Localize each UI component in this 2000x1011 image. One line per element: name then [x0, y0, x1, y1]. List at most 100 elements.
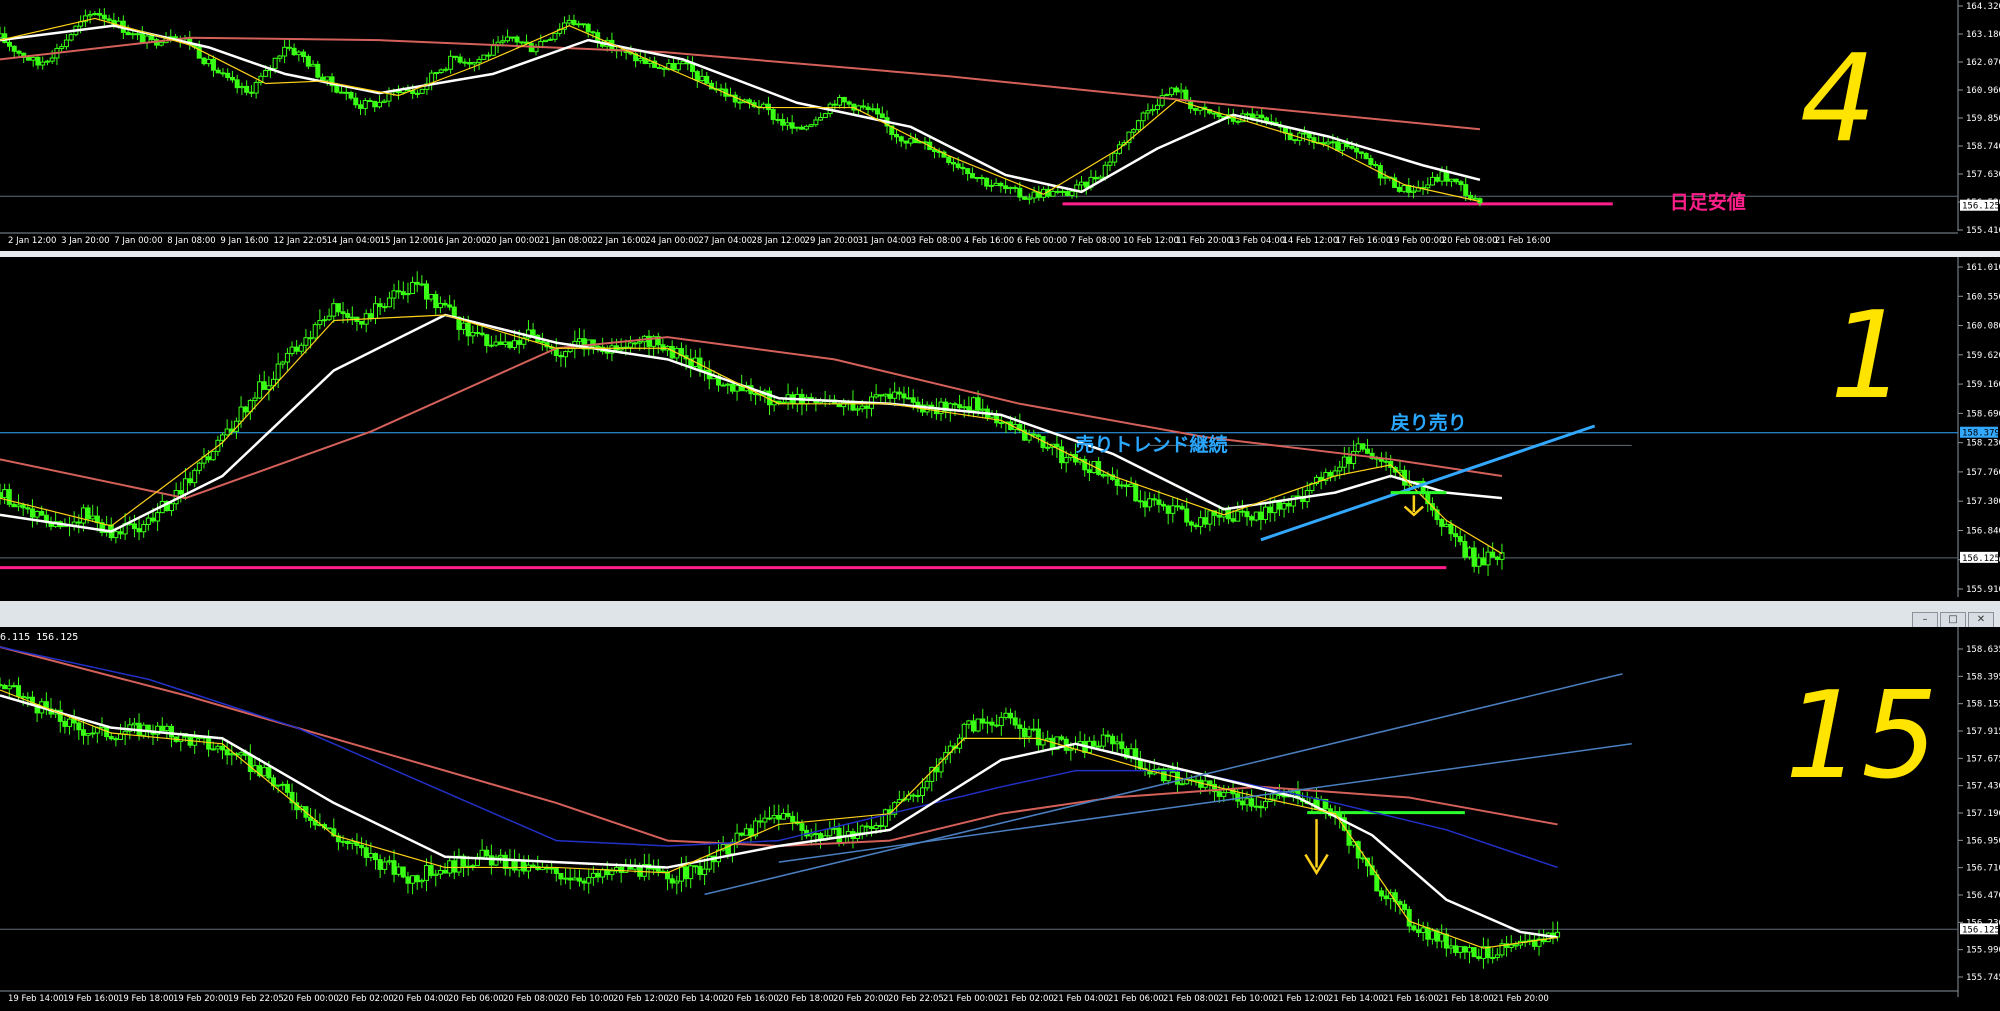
candle-body — [1378, 890, 1384, 897]
candle-body — [1253, 805, 1259, 808]
candle-body — [1490, 551, 1496, 558]
candle-body — [697, 865, 703, 876]
candle-body — [1059, 736, 1065, 740]
candle-body — [131, 722, 137, 726]
candle-body — [229, 76, 235, 81]
candle-body — [669, 878, 675, 884]
candle-body — [514, 36, 520, 43]
candle-body — [291, 47, 297, 56]
restore-icon[interactable]: □ — [1940, 612, 1966, 628]
trend-line — [1260, 424, 1596, 542]
time-tick-label: 21 Feb 14:00 — [1328, 994, 1384, 1004]
candle-body — [11, 685, 17, 688]
ma-blue-line — [0, 646, 1558, 869]
candle-body — [836, 827, 842, 844]
candle-body — [243, 406, 249, 413]
candle-body — [315, 63, 321, 78]
candle-body — [675, 63, 681, 71]
chart-pane-1h[interactable]: 戻り売り売りトレンド継続 161.010 160.550 160.080 159.620… — [0, 257, 2000, 601]
candle-body — [261, 767, 267, 777]
chart-pane-4h[interactable]: 日足安値 164.320 163.180 162.070 160.960 159.850 1… — [0, 0, 2000, 251]
candle-body — [512, 340, 518, 349]
candle-body — [6, 489, 12, 505]
close-icon[interactable]: ✕ — [1968, 612, 1994, 628]
candle-body — [1193, 524, 1199, 528]
candle-body — [1086, 469, 1092, 473]
time-tick-label: 12 Jan 22:05 — [274, 236, 328, 246]
candle-body — [1259, 114, 1265, 119]
candle-body — [827, 828, 833, 837]
price-tick-label: 156.950 — [1966, 836, 2000, 846]
chart-pane-15m[interactable]: 158.635 158.395 158.155 157.915 157.675 157.4… — [0, 627, 2000, 1011]
candle-body — [1131, 129, 1137, 133]
candle-body — [452, 55, 458, 58]
candle-body — [1254, 114, 1260, 119]
candle-body — [1339, 142, 1345, 151]
candle-body — [860, 105, 866, 108]
candle-body — [442, 869, 448, 874]
candle-body — [1360, 443, 1366, 450]
time-tick-label: 20 Feb 08:00 — [503, 994, 559, 1004]
candle-body — [873, 825, 879, 830]
candle-body — [1383, 895, 1389, 900]
candle-body — [542, 39, 548, 43]
candle-body — [1107, 161, 1113, 166]
candle-body — [80, 729, 86, 736]
price-tick-label: 157.760 — [1966, 468, 2000, 478]
candle-body — [1467, 547, 1473, 558]
candle-body — [76, 521, 82, 524]
candle-body — [372, 853, 378, 861]
candle-body — [799, 823, 805, 831]
candle-body — [1105, 734, 1111, 737]
candle-body — [486, 54, 492, 57]
candle-body — [718, 88, 724, 91]
candle-body — [1485, 551, 1491, 566]
trend-line — [778, 743, 1632, 863]
candle-body — [135, 33, 141, 36]
candle-body — [113, 738, 119, 741]
time-tick-label: 20 Feb 08:00 — [1442, 236, 1498, 246]
candle-body — [739, 832, 745, 836]
pane-separator[interactable] — [0, 601, 2000, 627]
candle-body — [1425, 184, 1431, 189]
candle-body — [266, 385, 272, 390]
candle-body — [345, 313, 351, 318]
candle-body — [1239, 510, 1245, 513]
candle-body — [859, 825, 865, 834]
candle-body — [1396, 186, 1402, 192]
candle-body — [516, 340, 522, 345]
candle-body — [437, 869, 443, 875]
candle-body — [282, 46, 288, 57]
candle-body — [405, 293, 411, 296]
candle-body — [1397, 469, 1403, 473]
time-tick-label: 13 Feb 04:00 — [1229, 236, 1285, 246]
time-tick-label: 7 Feb 08:00 — [1070, 236, 1120, 246]
candle-body — [280, 361, 286, 365]
candle-body — [155, 512, 161, 522]
minimize-icon[interactable]: – — [1912, 612, 1938, 628]
candle-body — [391, 860, 397, 875]
candle-body — [275, 363, 281, 380]
candle-body — [16, 50, 22, 54]
candle-body — [688, 865, 694, 880]
candle-body — [771, 815, 777, 819]
candle-body — [1263, 801, 1269, 809]
candle-body — [368, 313, 374, 320]
candle-body — [1003, 185, 1009, 190]
time-tick-label: 19 Feb 18:00 — [118, 994, 174, 1004]
candle-body — [11, 45, 17, 52]
candle-body — [1054, 443, 1060, 448]
candle-body — [1244, 511, 1250, 518]
candle-body — [118, 733, 124, 740]
candle-body — [1349, 145, 1355, 149]
candle-body — [498, 341, 504, 345]
candle-body — [965, 168, 971, 175]
candle-body — [680, 60, 686, 65]
candle-body — [1173, 87, 1179, 93]
candle-body — [239, 85, 245, 89]
candle-body — [988, 184, 994, 187]
candle-body — [1022, 196, 1028, 200]
candle-body — [414, 875, 420, 883]
candle-body — [966, 720, 972, 725]
candle-body — [1230, 518, 1236, 522]
